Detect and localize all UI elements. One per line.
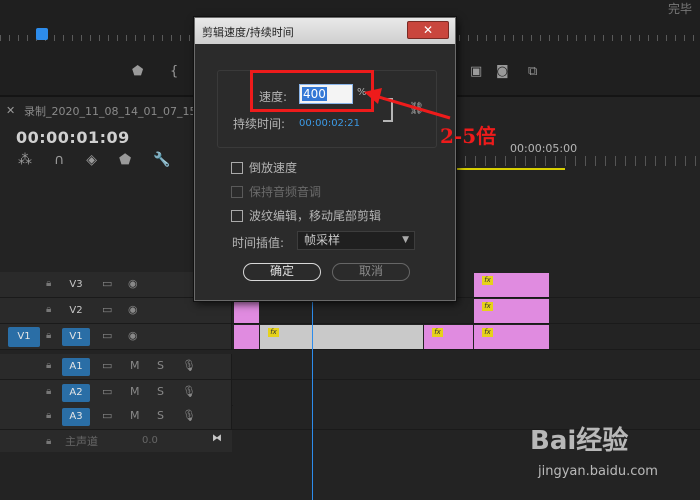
premiere-window: 完毕 ⬟ { ▣ ◙ ⧉ ✕ 录制_2020_11_08_14_01_07_15… <box>0 0 700 500</box>
watermark-logo: Bai经验 <box>530 426 629 456</box>
annotation-text: 2-5倍 <box>440 124 497 148</box>
watermark-url: jingyan.baidu.com <box>538 464 658 479</box>
